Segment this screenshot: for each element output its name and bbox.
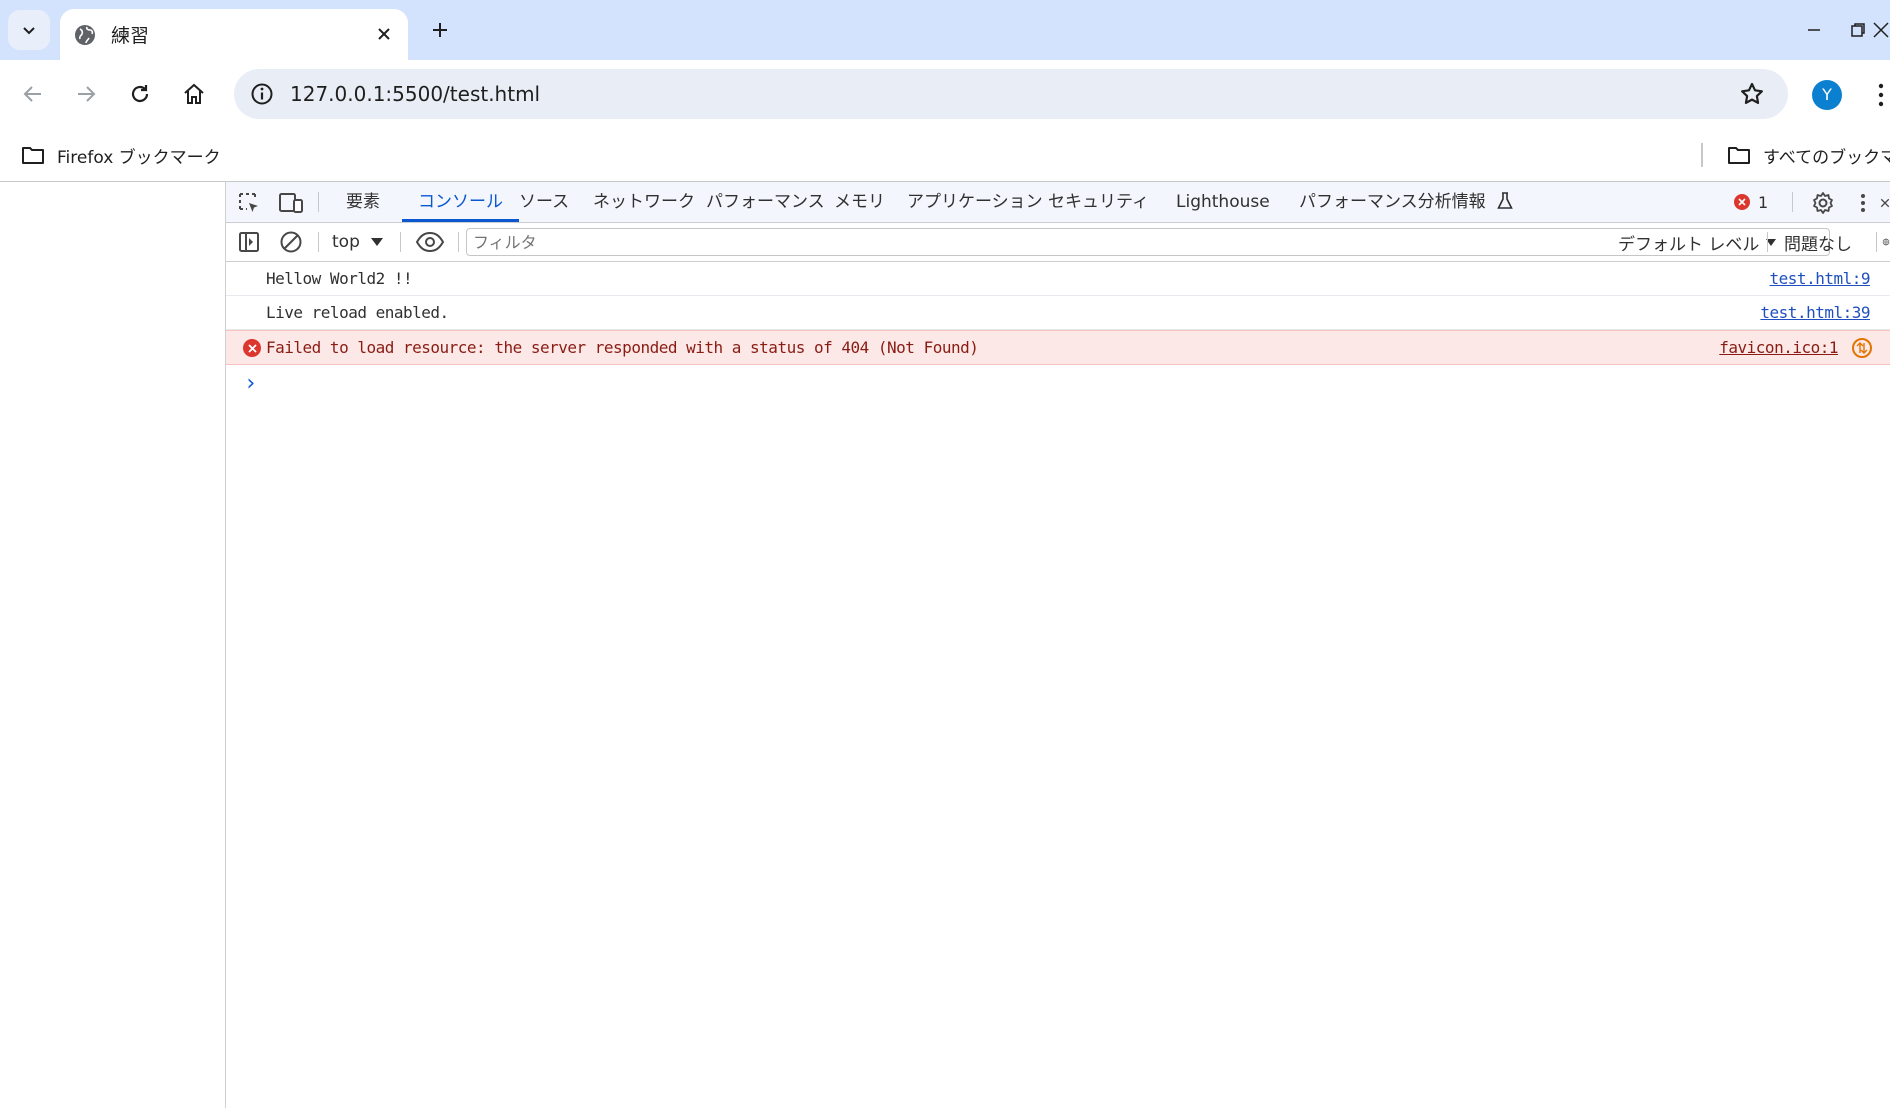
site-info-icon[interactable]	[248, 80, 276, 108]
tab-divider	[318, 192, 319, 212]
reload-button[interactable]	[120, 74, 160, 114]
console-prompt[interactable]: ›	[226, 365, 1890, 403]
tab-performance-insights[interactable]: パフォーマンス分析情報	[1299, 182, 1513, 222]
context-selector[interactable]: top	[332, 223, 384, 261]
tab-performance-insights-label: パフォーマンス分析情報	[1299, 192, 1486, 212]
close-tab-icon[interactable]	[374, 24, 394, 44]
devtools-panel: 要素 コンソール ソース ネットワーク パフォーマンス メモリ アプリケーション…	[226, 182, 1890, 1108]
close-devtools-icon[interactable]	[1880, 190, 1890, 216]
tab-search-button[interactable]	[8, 10, 50, 50]
device-toolbar-icon[interactable]	[278, 190, 304, 216]
tab-sources[interactable]: ソース	[519, 182, 569, 222]
bookmark-folder-all[interactable]: すべてのブックマーク	[1727, 129, 1890, 181]
restore-icon	[1851, 23, 1865, 37]
reload-icon	[131, 85, 149, 103]
browser-menu-icon[interactable]	[1872, 80, 1890, 110]
tab-network[interactable]: ネットワーク	[593, 182, 695, 222]
bookmark-label: すべてのブックマーク	[1763, 147, 1890, 168]
page-viewport	[0, 182, 226, 1108]
forward-button[interactable]	[66, 74, 106, 114]
devtools-tab-bar: 要素 コンソール ソース ネットワーク パフォーマンス メモリ アプリケーション…	[226, 182, 1890, 223]
source-link[interactable]: test.html:9	[1770, 262, 1871, 295]
home-icon	[184, 83, 204, 104]
message-text: Live reload enabled.	[266, 303, 449, 322]
settings-gear-icon[interactable]	[1810, 190, 1836, 216]
message-text: Failed to load resource: the server resp…	[266, 338, 979, 357]
issues-label: 問題なし	[1784, 234, 1852, 255]
profile-avatar[interactable]: Y	[1812, 80, 1842, 110]
arrow-left-icon	[23, 86, 41, 102]
clear-console-icon[interactable]	[278, 229, 304, 255]
console-messages: Hellow World2 !! test.html:9 Live reload…	[226, 262, 1890, 403]
console-message: Live reload enabled. test.html:39	[226, 296, 1890, 330]
error-circle-icon	[1734, 194, 1750, 210]
console-error-message: Failed to load resource: the server resp…	[226, 330, 1890, 365]
chevron-down-icon	[23, 27, 35, 35]
home-button[interactable]	[174, 74, 214, 114]
toolbar-divider	[1876, 232, 1877, 252]
bookmarks-divider	[1701, 143, 1703, 167]
bookmark-star-icon[interactable]	[1736, 78, 1768, 110]
plus-icon	[433, 23, 447, 37]
globe-icon	[75, 24, 95, 45]
log-levels-dropdown[interactable]: デフォルト レベル	[1618, 223, 1777, 261]
console-message: Hellow World2 !! test.html:9	[226, 262, 1890, 296]
bookmark-label: Firefox ブックマーク	[57, 147, 221, 168]
new-tab-button[interactable]	[425, 15, 455, 45]
bookmarks-bar: Firefox ブックマーク すべてのブックマーク	[0, 129, 1890, 182]
toolbar-divider	[400, 232, 401, 252]
bookmark-folder-firefox[interactable]: Firefox ブックマーク	[21, 129, 221, 181]
close-icon	[1873, 22, 1889, 38]
log-levels-label: デフォルト レベル	[1618, 234, 1760, 255]
tab-console[interactable]: コンソール	[402, 182, 519, 222]
tab-memory[interactable]: メモリ	[834, 182, 885, 222]
prompt-chevron-icon: ›	[244, 371, 258, 396]
tab-strip: 練習	[0, 0, 1890, 60]
error-count-badge[interactable]: 1	[1734, 182, 1768, 222]
error-count: 1	[1758, 192, 1769, 212]
url-text[interactable]: 127.0.0.1:5500/test.html	[290, 69, 540, 119]
browser-tab[interactable]: 練習	[60, 9, 408, 60]
tab-divider	[1792, 192, 1793, 212]
minimize-button[interactable]	[1796, 14, 1832, 46]
devtools-menu-icon[interactable]	[1850, 190, 1876, 216]
restore-button[interactable]	[1840, 14, 1876, 46]
folder-icon	[22, 147, 44, 164]
console-toolbar: top デフォルト レベル 問題なし	[226, 223, 1890, 262]
folder-icon	[1728, 147, 1750, 164]
toolbar-divider	[318, 232, 319, 252]
address-bar[interactable]: 127.0.0.1:5500/test.html	[234, 69, 1788, 119]
arrow-right-icon	[78, 86, 96, 102]
source-link[interactable]: favicon.ico:1	[1719, 331, 1838, 364]
experiment-flask-icon	[1497, 192, 1513, 209]
source-link[interactable]: test.html:39	[1760, 296, 1870, 329]
network-request-icon[interactable]	[1852, 338, 1872, 358]
inspect-element-icon[interactable]	[236, 190, 262, 216]
toolbar-divider	[1767, 232, 1768, 252]
back-button[interactable]	[13, 74, 53, 114]
message-text: Hellow World2 !!	[266, 269, 413, 288]
tab-performance[interactable]: パフォーマンス	[706, 182, 825, 222]
minimize-icon	[1808, 29, 1820, 31]
toolbar-divider	[458, 232, 459, 252]
tab-application[interactable]: アプリケーション	[907, 182, 1043, 222]
context-value: top	[332, 232, 360, 252]
show-sidebar-icon[interactable]	[236, 229, 262, 255]
browser-toolbar: 127.0.0.1:5500/test.html Y	[0, 60, 1890, 129]
tab-lighthouse[interactable]: Lighthouse	[1176, 182, 1270, 222]
issues-button[interactable]: 問題なし	[1784, 223, 1852, 261]
live-expression-eye-icon[interactable]	[414, 229, 446, 255]
tab-security[interactable]: セキュリティ	[1048, 182, 1149, 222]
error-circle-icon	[243, 339, 261, 357]
close-window-button[interactable]	[1872, 14, 1890, 46]
tab-elements[interactable]: 要素	[346, 182, 380, 222]
console-settings-icon[interactable]	[1882, 229, 1890, 255]
tab-title: 練習	[111, 25, 150, 47]
dropdown-arrow-icon	[370, 238, 383, 246]
